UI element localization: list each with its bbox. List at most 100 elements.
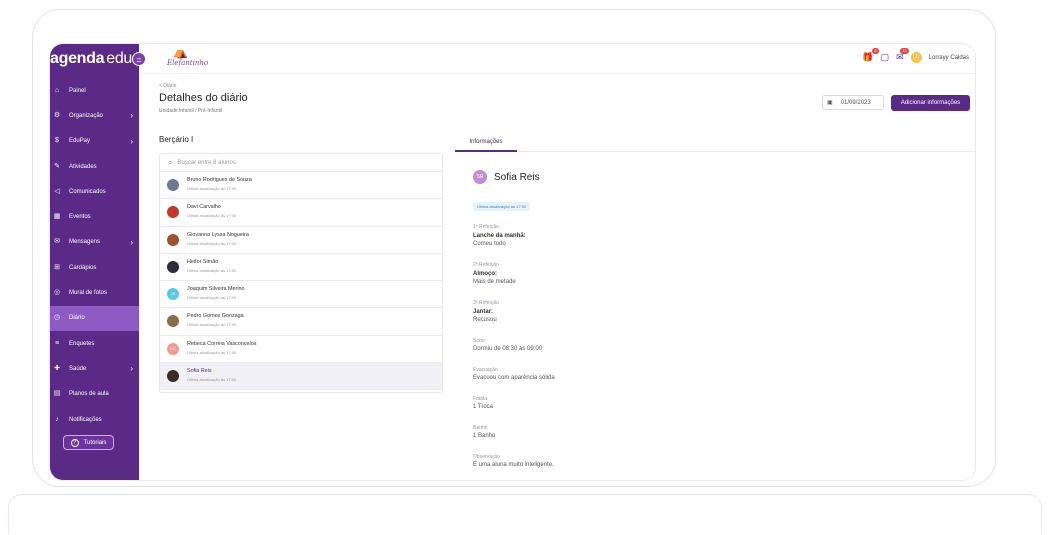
section-value: Dormiu de 08:30 às 09:00 [473, 346, 543, 352]
search-icon: ⌕ [168, 157, 173, 167]
sidebar-item-notificacoes[interactable]: ♪ Notificações [50, 407, 139, 432]
sidebar-item-label: Mural de fotos [69, 290, 108, 297]
section-title: Lanche da manhã: [473, 233, 526, 239]
sidebar-item-label: EduPay [69, 138, 91, 145]
student-row[interactable]: Davi Carvalho Última atualização às 17:00 [160, 199, 442, 227]
diary-section: Fralda 1 Troca [473, 396, 493, 410]
section-title: Jantar: [473, 309, 494, 315]
search-input[interactable]: ⌕ Buscar entre 8 alunos [160, 154, 442, 172]
nav-icon: $ [55, 137, 59, 145]
chat-icon[interactable]: ✉ 12 [896, 48, 909, 63]
sidebar-item-label: Mensagens [69, 239, 101, 246]
last-update-badge: Última atualização às 17:00 [473, 202, 531, 211]
student-row-name: Giovanna Lyssa Nogueira [187, 231, 249, 238]
nav-icon: ◁ [54, 187, 60, 195]
app-logo: agenda edu [50, 50, 132, 70]
page-title: Detalhes do diário [159, 92, 248, 104]
detail-tabs: Informações [455, 134, 975, 152]
sidebar-item-planos-de-aula[interactable]: ▤ Planos de aula [50, 382, 139, 407]
student-row-avatar: JS [167, 288, 179, 301]
student-row[interactable]: Heitor Simão Última atualização às 17:00 [160, 254, 442, 282]
add-info-button[interactable]: Adicionar informações [891, 95, 970, 111]
chevron-right-icon: › [130, 111, 133, 121]
student-row-name: Davi Carvalho [187, 204, 221, 211]
sidebar-item-label: Diário [69, 315, 85, 322]
sidebar-item-mensagens[interactable]: ✉ Mensagens › [50, 230, 139, 255]
nav-icon: ▦ [53, 213, 61, 221]
laptop-base [8, 494, 1042, 534]
date-picker[interactable]: ▣ 01/09/2023 [822, 95, 884, 110]
sidebar-item-label: Planos de aula [69, 391, 109, 398]
student-row-updated: Última atualização às 17:00 [187, 322, 237, 328]
student-row-avatar: RC [167, 342, 179, 355]
page-subtitle: Unidade Infantil / Pré-Infantil [159, 108, 223, 114]
sidebar-item-label: Comunicados [69, 188, 106, 195]
student-row[interactable]: Giovanna Lyssa Nogueira Última atualizaçã… [160, 227, 442, 254]
section-value: 1 Banho [473, 433, 496, 439]
sidebar-item-saude[interactable]: ✚ Saúde › [50, 356, 139, 381]
student-row[interactable]: Pedro Gomes Gonzaga Última atualização às… [160, 308, 442, 336]
nav-icon: ⚙ [53, 111, 61, 119]
sidebar-item-comunicados[interactable]: ◁ Comunicados [50, 179, 139, 204]
top-actions: 🎁 8 ▢ ✉ 12 LC Lorrayy Caldas [862, 48, 969, 63]
sidebar-item-label: Eventos [69, 214, 91, 221]
student-name: Sofia Reis [494, 172, 540, 183]
student-row-avatar [167, 315, 179, 328]
student-row-avatar [167, 370, 179, 383]
student-list-panel: ⌕ Buscar entre 8 alunos Bruno Rodrigues … [159, 153, 443, 393]
sidebar-item-edupay[interactable]: $ EduPay › [50, 129, 139, 154]
nav-icon: ✉ [54, 238, 60, 246]
date-value: 01/09/2023 [840, 99, 871, 106]
sidebar-item-label: Saúde [69, 365, 87, 372]
logo-light: edu [106, 50, 133, 67]
student-row[interactable]: RC Rebeca Correia Vasconcelos Última atual… [160, 336, 442, 364]
sidebar-item-cardapios[interactable]: ⊞ Cardápios [50, 255, 139, 280]
sidebar-item-mural-de-fotos[interactable]: ◎ Mural de fotos [50, 280, 139, 305]
sidebar-item-enquetes[interactable]: ≡ Enquetes [50, 331, 139, 356]
breadcrumb[interactable]: < Diário [159, 83, 176, 89]
diary-section: 3ª Refeição Jantar: Recusou [473, 300, 499, 323]
chat-badge: 12 [900, 48, 909, 54]
search-placeholder: Buscar entre 8 alunos [177, 159, 236, 166]
nav-icon: ♪ [55, 415, 59, 423]
student-row-updated: Última atualização às 17:00 [187, 240, 237, 246]
sidebar-item-label: Notificações [69, 416, 102, 423]
diary-section: Evacuação Evacuou com aparência sólida [473, 367, 555, 381]
collapse-sidebar-icon[interactable]: = [132, 52, 146, 66]
student-row-avatar [167, 206, 179, 219]
student-row-updated: Última atualização às 17:00 [187, 213, 237, 219]
sidebar-item-diario[interactable]: ◷ Diário [50, 305, 139, 331]
section-value: É uma aluna muito inteligente. [473, 462, 554, 468]
logo-bold: agenda [50, 50, 105, 67]
sidebar-item-painel[interactable]: ⌂ Painel [50, 78, 139, 103]
diary-section: 2ª Refeição Almoço: Mais de metade [473, 262, 516, 285]
section-caption: 2ª Refeição [473, 262, 499, 268]
tutorial-button[interactable]: ? Tutoriais [63, 435, 114, 450]
student-row[interactable]: Bruno Rodrigues de Souza Última atualizaç… [160, 172, 442, 200]
user-avatar[interactable]: LC [910, 52, 922, 63]
user-name[interactable]: Lorrayy Caldas [929, 55, 969, 61]
section-caption: Fralda [473, 396, 488, 402]
sidebar-item-eventos[interactable]: ▦ Eventos [50, 204, 139, 229]
sidebar-item-label: Organização [69, 112, 104, 119]
sidebar-item-atividades[interactable]: ✎ Atividades [50, 154, 139, 179]
gift-icon[interactable]: 🎁 8 [862, 48, 879, 63]
student-row-name: Rebeca Correia Vasconcelos [187, 340, 257, 347]
section-title: Almoço: [473, 271, 497, 277]
student-row[interactable]: JS Joaquim Silveira Merino Última atualiza… [160, 281, 442, 309]
tab-informacoes[interactable]: Informações [455, 134, 517, 152]
sidebar-item-label: Atividades [69, 163, 97, 170]
sidebar-item-organizacao[interactable]: ⚙ Organização › [50, 103, 139, 128]
student-row-updated: Última atualização às 17:00 [187, 295, 237, 301]
sidebar-item-label: Enquetes [69, 340, 95, 347]
calendar-icon: ▣ [827, 100, 833, 106]
student-row-name: Bruno Rodrigues de Souza [187, 177, 252, 183]
diary-section: Observação É uma aluna muito inteligente. [473, 454, 554, 468]
main-content: ⛺ Elefantinho 🎁 8 ▢ ✉ 12 LC Lorrayy Caldas… [139, 44, 975, 480]
question-icon[interactable]: ▢ [881, 52, 890, 63]
student-row[interactable]: Sofia Reis Última atualização às 17:00 [160, 363, 442, 391]
app-screen: agenda edu ⌂ Painel ⚙ Organização › $ EduPay › ✎… [49, 43, 976, 481]
section-caption: Sono [473, 338, 485, 344]
nav-icon: ◷ [53, 314, 61, 322]
student-row-name: Pedro Gomes Gonzaga [187, 313, 244, 320]
